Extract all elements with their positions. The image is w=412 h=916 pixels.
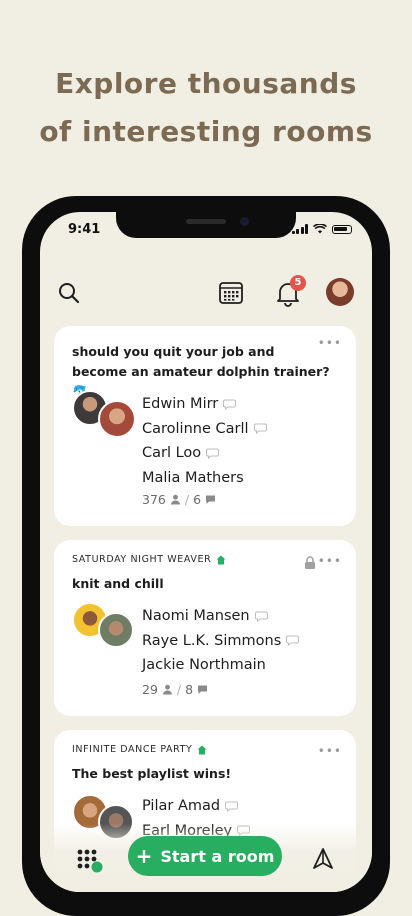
speaker-row: Malia Mathers [142,466,267,491]
chat-bubble-icon [206,448,220,459]
person-icon [162,684,172,695]
club-name-row: INFINITE DANCE PARTY [72,744,207,755]
speaker-row: Edwin Mirr [142,392,267,417]
listener-count: 376 [142,492,166,507]
speaker-name: Carolinne Carll [142,420,249,437]
person-icon [170,494,180,505]
speaker-list: Naomi Mansen Raye L.K. Simmons Jackie No… [142,604,300,678]
count-separator-icon: / [176,682,182,697]
chat-bubble-icon [286,635,300,647]
club-name: SATURDAY NIGHT WEAVER [72,554,212,565]
profile-avatar[interactable] [326,278,354,306]
chat-bubble-icon [225,801,239,812]
grid-dots-icon[interactable] [76,848,104,874]
headline-line-1: Explore thousands [55,67,357,100]
speech-bubble-icon [206,495,216,504]
chat-bubble-icon [253,423,267,435]
count-separator-icon: / [184,492,190,507]
listener-count: 29 [142,682,158,697]
phone-notch [116,212,296,238]
club-name: INFINITE DANCE PARTY [72,744,193,755]
status-icons [291,224,352,234]
avatar [98,400,136,438]
marketing-headline: Explore thousands of interesting rooms [0,60,412,156]
plus-icon: + [135,844,153,868]
wifi-icon [313,224,327,234]
earpiece [186,219,226,224]
more-options-icon[interactable]: ••• [318,554,342,568]
room-title: knit and chill [72,576,164,591]
search-icon[interactable] [56,280,82,306]
speaker-row: Carl Loo [142,441,267,466]
speaker-name: Pilar Amad [142,798,221,814]
speaker-row: Jackie Northmain [142,653,299,678]
club-name-row: SATURDAY NIGHT WEAVER [72,554,226,565]
speaker-count: 6 [193,492,202,507]
lock-icon [305,556,315,569]
speaker-row: Naomi Mansen [142,604,299,629]
room-counts: 29 / 8 [142,682,208,697]
more-options-icon[interactable]: ••• [318,744,342,758]
front-camera [240,217,249,226]
room-card[interactable]: ••• should you quit your job and become … [54,326,356,526]
speaker-name: Naomi Mansen [142,608,250,624]
speaker-row: Pilar Amad [142,794,250,819]
avatar [98,612,134,648]
signal-icon [291,224,308,234]
speaker-avatars [72,390,136,450]
start-room-button[interactable]: + Start a room [128,836,282,876]
speaker-name: Carl Loo [142,445,202,461]
room-title: The best playlist wins! [72,766,232,781]
phone-screen: 9:41 5 ••• should you quit your job and … [40,212,372,892]
speaker-avatars [72,602,134,662]
speaker-count: 8 [185,682,194,697]
speaker-row: Raye L.K. Simmons [142,629,300,654]
speaker-name: Jackie Northmain [142,657,266,673]
ping-icon[interactable] [310,846,336,872]
room-card[interactable]: SATURDAY NIGHT WEAVER ••• knit and chill… [54,540,356,716]
house-icon [197,745,207,754]
chat-bubble-icon [254,611,268,622]
start-room-label: Start a room [160,846,275,866]
speaker-name: Edwin Mirr [142,396,219,412]
room-counts: 376 / 6 [142,492,216,507]
speaker-list: Edwin Mirr Carolinne Carll Carl Loo Mali… [142,392,267,490]
speaker-name: Raye L.K. Simmons [142,632,282,649]
speech-bubble-icon [198,685,208,694]
chat-bubble-icon [223,399,237,410]
status-time: 9:41 [68,222,101,237]
notification-badge: 5 [290,275,306,291]
speaker-row: Carolinne Carll [142,417,267,442]
battery-icon [332,224,352,234]
house-icon [216,555,226,564]
calendar-icon[interactable] [218,280,244,306]
headline-line-2: of interesting rooms [39,115,373,148]
speaker-name: Malia Mathers [142,469,244,486]
